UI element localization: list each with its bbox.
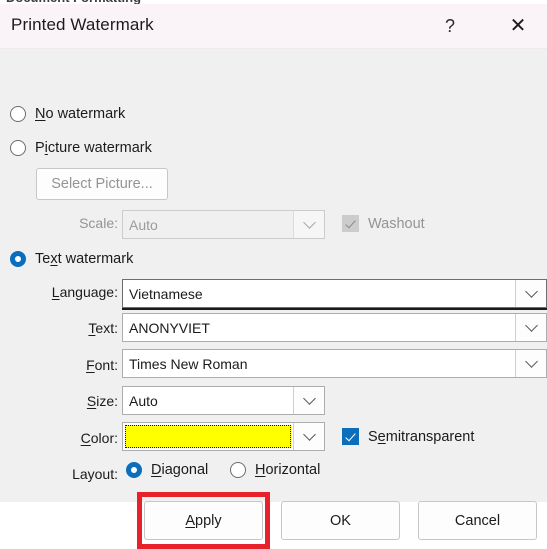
select-picture-label: Select Picture...	[51, 176, 153, 192]
font-label: Font:	[86, 357, 118, 373]
ok-label: OK	[330, 512, 351, 529]
color-label: Color:	[80, 430, 118, 446]
size-value: Auto	[129, 392, 158, 409]
radio-circle-icon	[230, 462, 246, 478]
scale-value: Auto	[129, 216, 158, 233]
layout-label: Layout:	[72, 466, 118, 482]
radio-circle-icon	[126, 462, 142, 478]
radio-layout-horizontal[interactable]: Horizontal	[230, 462, 320, 478]
semitransparent-label: Semitransparent	[368, 428, 475, 445]
question-mark-icon: ?	[444, 16, 455, 36]
checkmark-icon	[342, 215, 359, 232]
radio-layout-diagonal-label: Diagonal	[151, 462, 209, 478]
radio-circle-icon	[10, 106, 26, 122]
ok-button[interactable]: OK	[281, 501, 400, 540]
color-swatch[interactable]	[125, 425, 291, 448]
printed-watermark-dialog: Printed Watermark ? ✕ No watermark Pictu…	[0, 4, 547, 549]
text-value: ANONYVIET	[129, 319, 210, 336]
apply-button[interactable]: Apply	[144, 501, 263, 540]
scale-combobox[interactable]: Auto	[122, 210, 325, 239]
radio-picture-watermark-label: Picture watermark	[35, 140, 152, 156]
language-label: Language:	[51, 284, 118, 300]
font-value: Times New Roman	[129, 355, 248, 372]
radio-layout-horizontal-label: Horizontal	[255, 462, 321, 478]
chevron-down-icon[interactable]	[515, 280, 546, 307]
washout-label: Washout	[368, 215, 425, 232]
size-combobox[interactable]: Auto	[122, 386, 325, 415]
semitransparent-checkbox[interactable]: Semitransparent	[342, 428, 474, 445]
chevron-down-icon[interactable]	[515, 314, 546, 341]
dialog-titlebar: Printed Watermark ? ✕	[0, 4, 547, 49]
radio-text-watermark[interactable]: Text watermark	[10, 251, 133, 267]
washout-checkbox[interactable]: Washout	[342, 215, 425, 232]
radio-text-watermark-label: Text watermark	[35, 251, 134, 267]
text-label: Text:	[88, 320, 118, 336]
font-combobox[interactable]: Times New Roman	[122, 349, 547, 378]
radio-layout-diagonal[interactable]: Diagonal	[126, 462, 208, 478]
cancel-button[interactable]: Cancel	[418, 501, 537, 540]
radio-circle-icon	[10, 140, 26, 156]
chevron-down-icon[interactable]	[293, 423, 324, 450]
radio-circle-icon	[10, 251, 26, 267]
size-label: Size:	[86, 393, 118, 409]
radio-no-watermark-label: No watermark	[35, 106, 126, 122]
text-combobox[interactable]: ANONYVIET	[122, 313, 547, 342]
color-swatch-wrap	[123, 423, 293, 450]
select-picture-button[interactable]: Select Picture...	[36, 168, 168, 200]
dialog-title: Printed Watermark	[11, 15, 154, 34]
help-button[interactable]: ?	[427, 4, 473, 48]
language-combobox[interactable]: Vietnamese	[122, 279, 547, 310]
apply-label: Apply	[185, 512, 222, 529]
close-button[interactable]: ✕	[495, 4, 541, 48]
close-x-icon: ✕	[509, 15, 527, 37]
checkmark-icon	[342, 428, 359, 445]
radio-no-watermark-text: o watermark	[45, 106, 126, 122]
dialog-body: No watermark Picture watermark Select Pi…	[0, 49, 547, 549]
radio-picture-watermark[interactable]: Picture watermark	[10, 140, 152, 156]
chevron-down-icon[interactable]	[293, 211, 324, 238]
scale-label: Scale:	[79, 215, 118, 231]
chevron-down-icon[interactable]	[293, 387, 324, 414]
language-value: Vietnamese	[129, 285, 203, 302]
color-combobox[interactable]	[122, 422, 325, 451]
cancel-label: Cancel	[454, 512, 501, 529]
chevron-down-icon[interactable]	[515, 350, 546, 377]
radio-no-watermark[interactable]: No watermark	[10, 106, 125, 122]
